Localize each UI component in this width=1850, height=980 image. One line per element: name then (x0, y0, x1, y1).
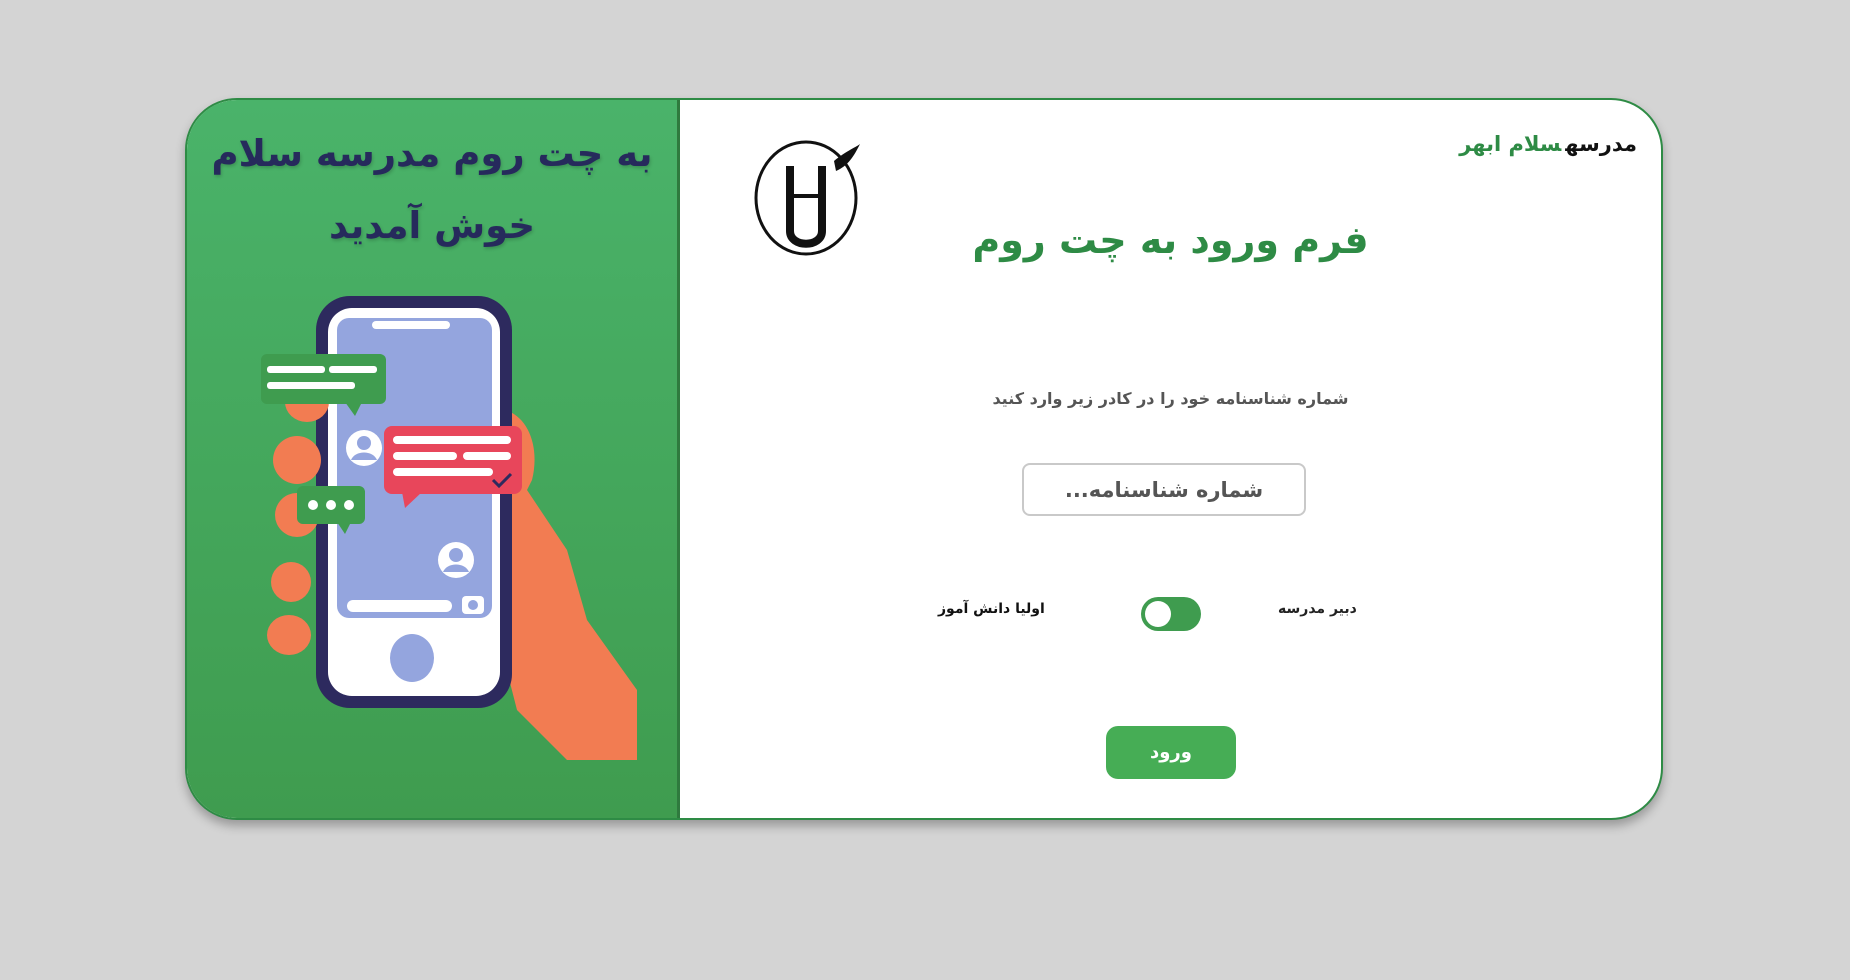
national-id-input[interactable] (1022, 463, 1306, 516)
phone-chat-illustration (261, 296, 637, 760)
form-title: فرم ورود به چت روم (972, 218, 1369, 262)
brand-part-2: سلام ابهر (1459, 132, 1562, 156)
role-option-teacher[interactable]: دبیر مدرسه (1278, 601, 1357, 617)
role-option-parents[interactable]: اولیا دانش آموز (938, 601, 1045, 617)
form-panel: مدرسهسلام ابهر فرم ورود به چت روم شماره … (680, 100, 1661, 818)
login-button[interactable]: ورود (1106, 726, 1236, 779)
welcome-line-1: به چت روم مدرسه سلام (211, 132, 653, 175)
brand-name: مدرسهسلام ابهر (1459, 132, 1637, 156)
toggle-knob (1145, 601, 1171, 627)
welcome-heading: به چت روم مدرسه سلام خوش آمدید (187, 118, 677, 262)
brand-part-1: مدرسه (1565, 132, 1637, 156)
id-hint-text: شماره شناسنامه خود را در کادر زیر وارد ک… (992, 389, 1349, 408)
role-toggle[interactable] (1141, 597, 1201, 631)
welcome-panel: به چت روم مدرسه سلام خوش آمدید (187, 100, 680, 818)
welcome-line-2: خوش آمدید (328, 204, 536, 247)
login-card: به چت روم مدرسه سلام خوش آمدید مدرسهسلام… (185, 98, 1663, 820)
